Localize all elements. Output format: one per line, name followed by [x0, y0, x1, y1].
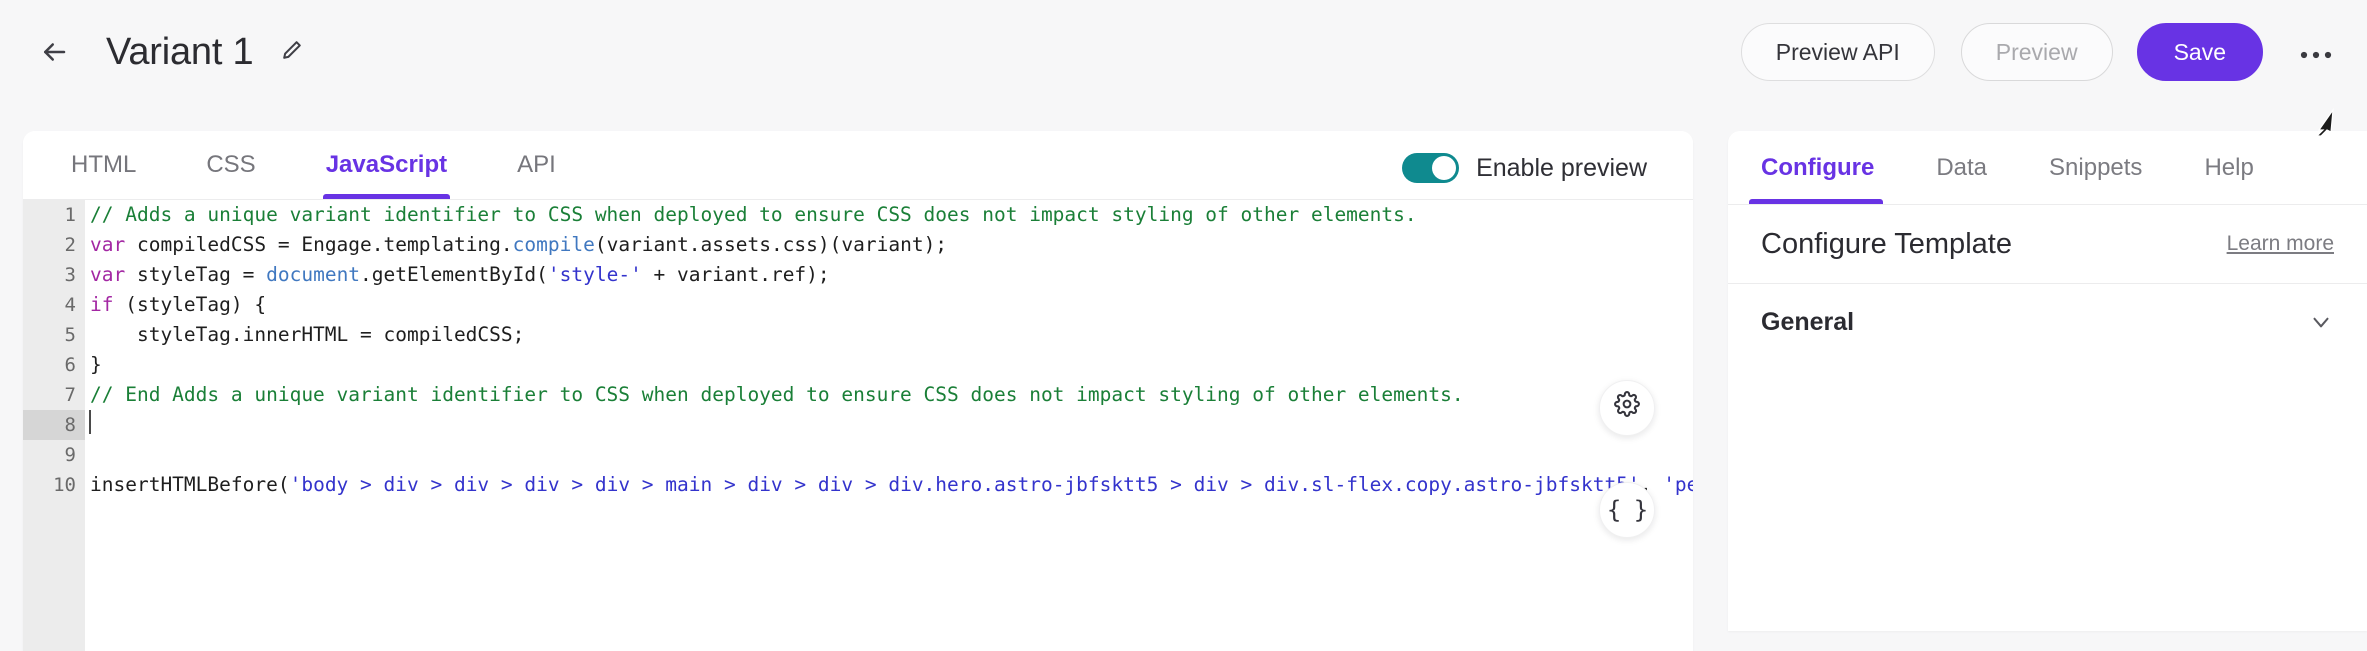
code-line — [88, 440, 1693, 470]
line-number: 4▼ — [23, 290, 85, 320]
code-token-kw: if — [90, 293, 113, 316]
code-token-plain: (styleTag) { — [113, 293, 266, 316]
arrow-left-icon — [39, 37, 69, 67]
code-token-fn: document — [266, 263, 360, 286]
code-token-str: 'style-' — [548, 263, 642, 286]
enable-preview-label: Enable preview — [1476, 154, 1647, 183]
code-line: var compiledCSS = Engage.templating.comp… — [88, 230, 1693, 260]
edit-title-button[interactable] — [275, 35, 309, 69]
enable-preview-toggle[interactable] — [1402, 153, 1459, 183]
code-token-plain: styleTag.innerHTML = compiledCSS; — [90, 323, 524, 346]
back-button[interactable] — [33, 31, 75, 73]
line-number-gutter: 1234▼5678910 — [23, 200, 85, 651]
code-editor-card: HTML CSS JavaScript API Enable preview 1… — [23, 131, 1693, 651]
gear-icon — [1614, 391, 1640, 426]
code-line: // End Adds a unique variant identifier … — [88, 380, 1693, 410]
code-editor-tabbar: HTML CSS JavaScript API Enable preview — [23, 131, 1693, 200]
more-options-button[interactable] — [2293, 29, 2339, 75]
tab-javascript[interactable]: JavaScript — [326, 131, 447, 199]
code-token-str: 'pers-' — [1663, 473, 1693, 496]
line-number: 3 — [23, 260, 85, 290]
line-number: 2 — [23, 230, 85, 260]
page-title: Variant 1 — [106, 31, 253, 74]
code-token-plain: } — [90, 353, 102, 376]
line-number: 8 — [23, 410, 85, 440]
line-number: 5 — [23, 320, 85, 350]
line-number: 9 — [23, 440, 85, 470]
preview-button[interactable]: Preview — [1961, 23, 2113, 81]
tab-css[interactable]: CSS — [206, 131, 255, 199]
code-token-comment: // End Adds a unique variant identifier … — [90, 383, 1464, 406]
code-token-fn: compile — [513, 233, 595, 256]
top-bar: Variant 1 Preview API Preview Save — [0, 0, 2367, 104]
editor-settings-button[interactable] — [1599, 380, 1655, 436]
save-button[interactable]: Save — [2137, 23, 2263, 81]
code-line: } — [88, 350, 1693, 380]
code-token-str: 'body > div > div > div > div > main > d… — [290, 473, 1640, 496]
line-number: 10 — [23, 470, 85, 500]
code-token-plain: (variant.assets.css)(variant); — [595, 233, 947, 256]
code-line: // Adds a unique variant identifier to C… — [88, 200, 1693, 230]
code-token-plain: styleTag = — [125, 263, 266, 286]
line-number: 6 — [23, 350, 85, 380]
chevron-down-icon[interactable] — [2308, 309, 2334, 335]
tab-html[interactable]: HTML — [71, 131, 136, 199]
line-number: 7 — [23, 380, 85, 410]
code-token-plain: compiledCSS = Engage.templating. — [125, 233, 512, 256]
configure-panel: Configure Data Snippets Help Configure T… — [1728, 131, 2367, 631]
general-accordion-row[interactable]: General — [1728, 284, 2367, 360]
tab-api[interactable]: API — [517, 131, 556, 199]
pencil-icon — [281, 39, 303, 66]
insert-variable-button[interactable]: { } — [1599, 482, 1655, 538]
code-token-kw: var — [90, 233, 125, 256]
code-line: insertHTMLBefore('body > div > div > div… — [88, 470, 1693, 500]
line-number: 1 — [23, 200, 85, 230]
tab-snippets[interactable]: Snippets — [2049, 131, 2142, 204]
code-area[interactable]: 1234▼5678910 // Adds a unique variant id… — [23, 200, 1693, 651]
tab-configure[interactable]: Configure — [1761, 131, 1874, 204]
ellipsis-icon — [2300, 45, 2332, 60]
code-token-plain: .getElementById( — [360, 263, 548, 286]
configure-panel-tabbar: Configure Data Snippets Help — [1728, 131, 2367, 205]
general-accordion-label: General — [1761, 308, 1854, 337]
code-token-plain: insertHTMLBefore( — [90, 473, 290, 496]
text-caret — [89, 410, 91, 434]
learn-more-link[interactable]: Learn more — [2227, 232, 2334, 256]
code-line — [88, 410, 1693, 440]
tab-help[interactable]: Help — [2204, 131, 2253, 204]
braces-icon: { } — [1607, 495, 1647, 525]
code-token-plain: + variant.ref); — [642, 263, 830, 286]
code-line: styleTag.innerHTML = compiledCSS; — [88, 320, 1693, 350]
section-title: Configure Template — [1761, 228, 2012, 261]
enable-preview-toggle-group[interactable]: Enable preview — [1402, 153, 1647, 183]
code-line: var styleTag = document.getElementById('… — [88, 260, 1693, 290]
code-content[interactable]: // Adds a unique variant identifier to C… — [85, 200, 1693, 651]
code-line: if (styleTag) { — [88, 290, 1693, 320]
code-token-comment: // Adds a unique variant identifier to C… — [90, 203, 1417, 226]
preview-api-button[interactable]: Preview API — [1741, 23, 1935, 81]
code-token-kw: var — [90, 263, 125, 286]
tab-data[interactable]: Data — [1936, 131, 1987, 204]
topbar-actions: Preview API Preview Save — [1741, 23, 2339, 81]
configure-template-header: Configure Template Learn more — [1728, 205, 2367, 284]
